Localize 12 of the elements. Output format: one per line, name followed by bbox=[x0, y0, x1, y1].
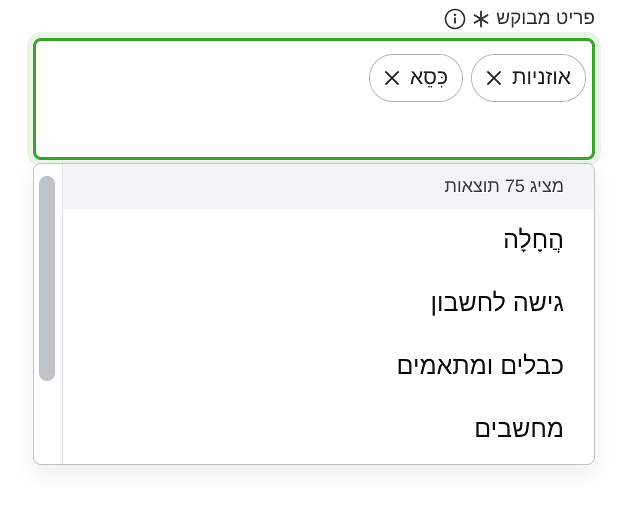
dropdown-option[interactable]: מחשבים bbox=[63, 398, 594, 461]
close-icon[interactable] bbox=[384, 70, 400, 86]
dropdown-option[interactable]: כבלים ומתאמים bbox=[63, 335, 594, 398]
results-count: מציג 75 תוצאות bbox=[444, 176, 564, 197]
tag-chip[interactable]: כִּסֵא bbox=[368, 54, 463, 102]
dropdown-option[interactable]: גישה לחשבון bbox=[63, 272, 594, 335]
info-icon[interactable] bbox=[444, 8, 466, 30]
tag-chip[interactable]: אוזניות bbox=[470, 54, 586, 102]
dropdown-option[interactable]: הֲחָלָה bbox=[63, 209, 594, 272]
field-label: פריט מבוקש bbox=[496, 8, 595, 30]
scrollbar-thumb[interactable] bbox=[39, 176, 55, 381]
close-icon[interactable] bbox=[486, 70, 502, 86]
